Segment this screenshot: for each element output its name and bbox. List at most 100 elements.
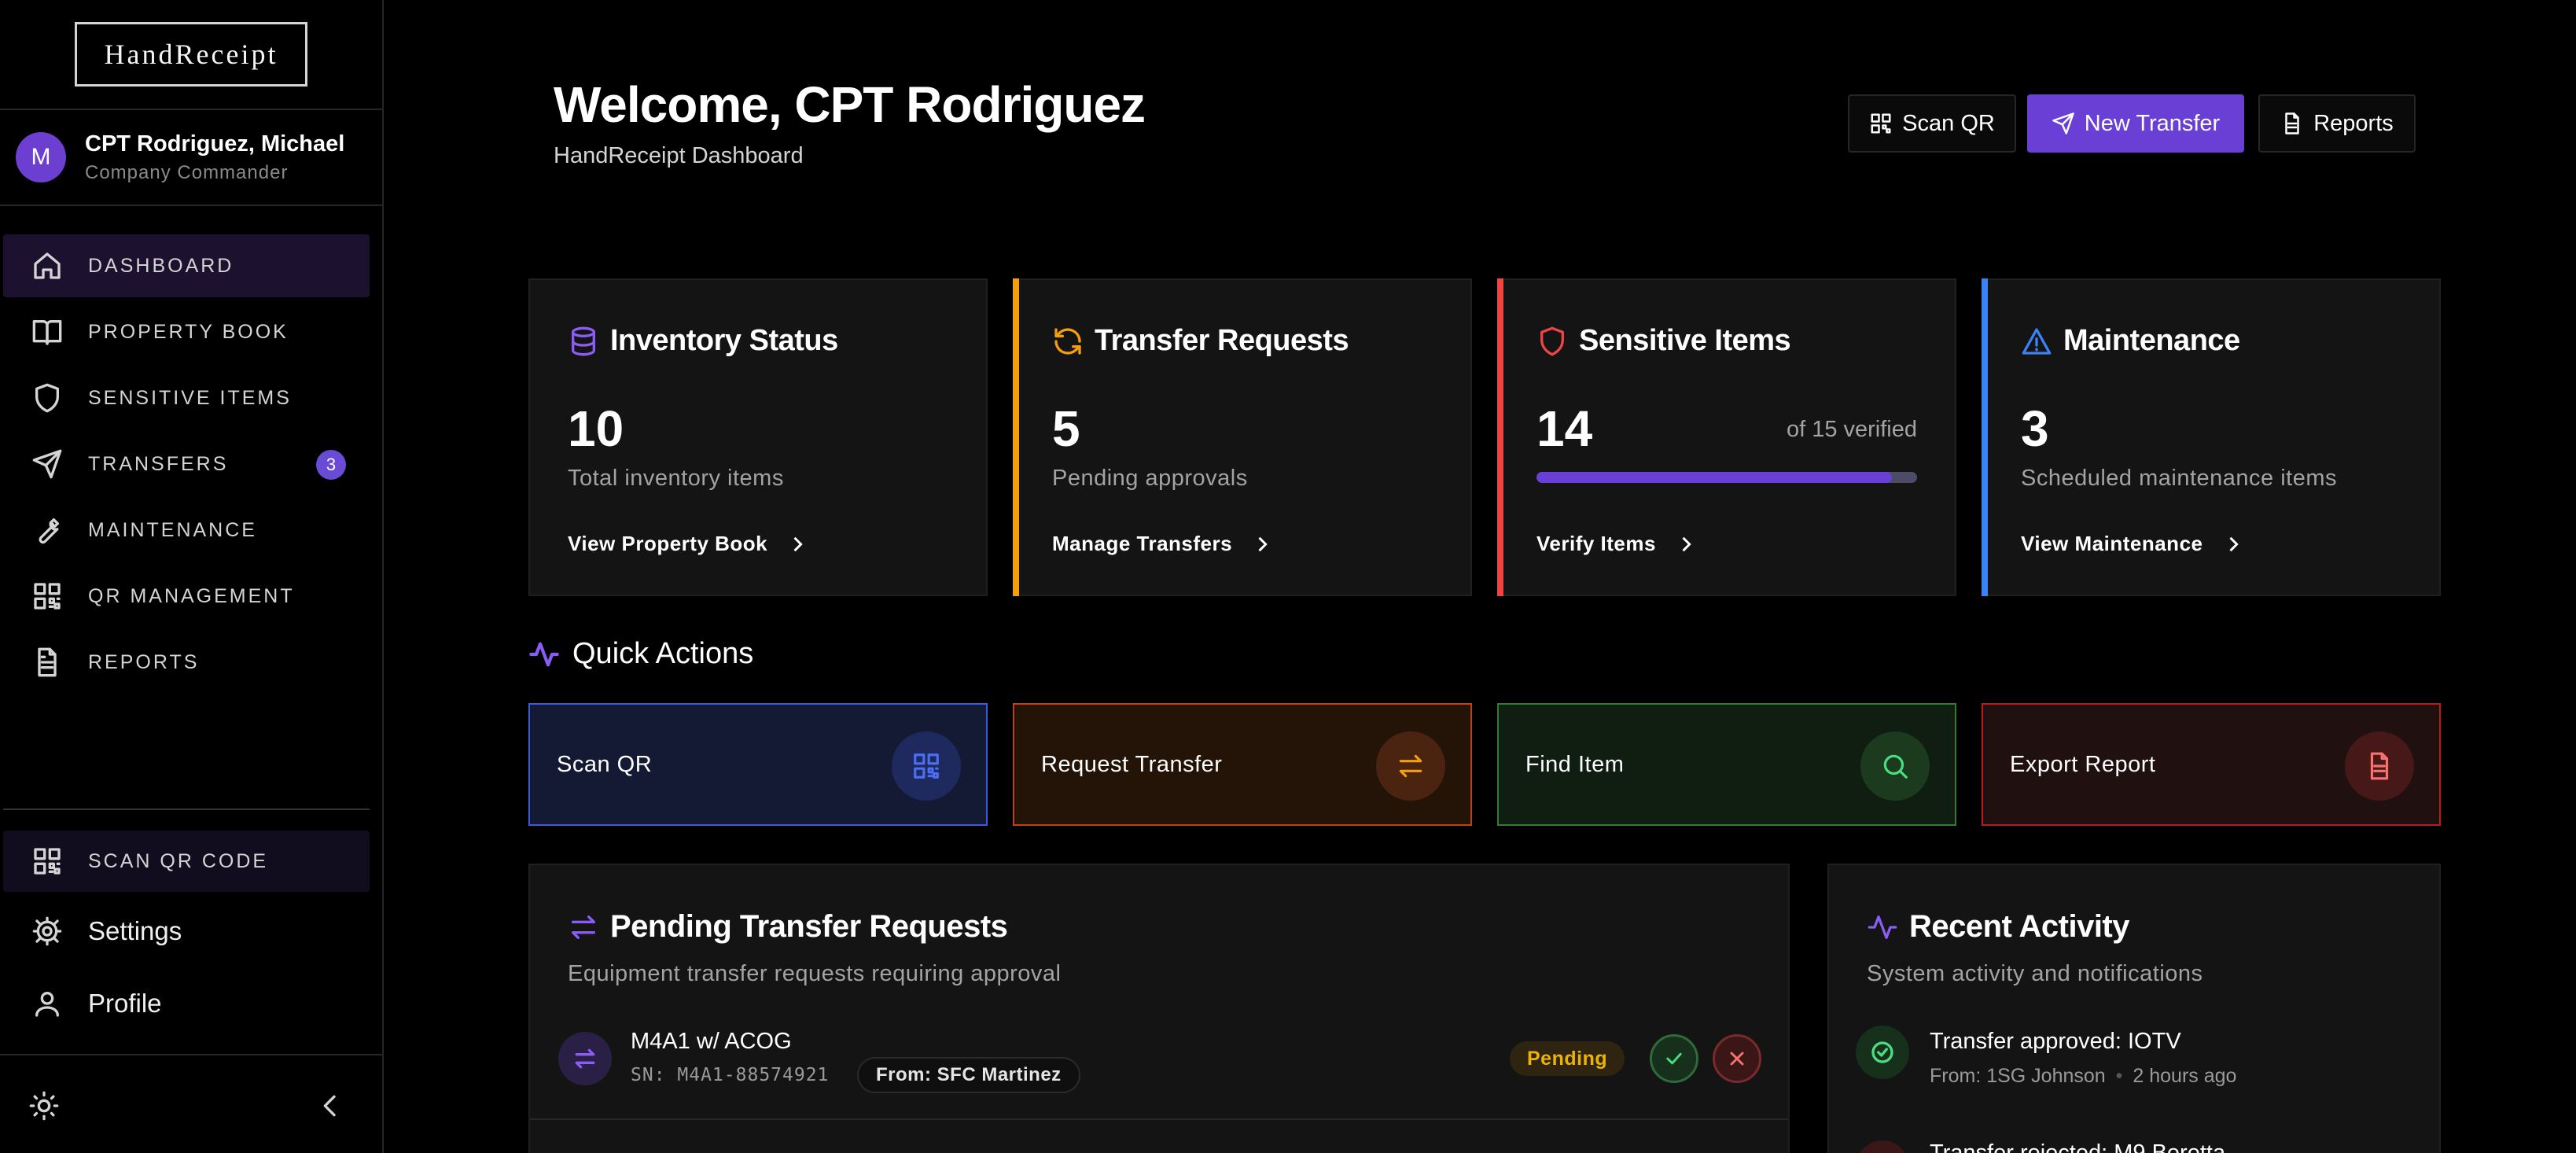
quick-action-label: Request Transfer	[1041, 751, 1223, 777]
meta-separator: •	[2115, 1065, 2123, 1087]
activity-title: Transfer approved: IOTV	[1930, 1029, 2181, 1054]
user-role: Company Commander	[85, 161, 289, 183]
send-icon	[2052, 112, 2074, 134]
quick-actions-title: Quick Actions	[572, 637, 754, 670]
sidebar-item-transfers[interactable]: TRANSFERS 3	[3, 433, 370, 495]
quick-action-scan-qr[interactable]: Scan QR	[528, 703, 988, 826]
shield-icon	[30, 381, 64, 415]
inventory-desc: Total inventory items	[568, 466, 784, 491]
maintenance-desc: Scheduled maintenance items	[2021, 466, 2338, 491]
sidebar-item-maintenance[interactable]: MAINTENANCE	[3, 499, 370, 562]
sidebar-item-label: DASHBOARD	[88, 254, 234, 277]
theme-toggle-sun-icon[interactable]	[28, 1090, 60, 1122]
file-text-icon	[30, 645, 64, 680]
status-badge: Pending	[1510, 1041, 1625, 1076]
maintenance-count: 3	[2021, 400, 2049, 457]
file-text-icon	[2345, 731, 2414, 801]
activity-from: From: 1SG Johnson	[1930, 1065, 2106, 1087]
logo-area: HandReceipt	[0, 0, 382, 110]
avatar: M	[16, 132, 66, 182]
chevron-right-icon	[1258, 536, 1268, 551]
sidebar-item-property-book[interactable]: PROPERTY BOOK	[3, 300, 370, 363]
recent-activity-panel: Recent Activity System activity and noti…	[1827, 864, 2441, 1153]
link-label: View Property Book	[568, 532, 768, 555]
sidebar-item-label: SENSITIVE ITEMS	[88, 386, 292, 409]
card-title: Maintenance	[2063, 324, 2240, 357]
check-circle-icon	[1856, 1026, 1909, 1079]
sidebar-item-label: TRANSFERS	[88, 452, 229, 475]
quick-actions-heading: Quick Actions	[528, 637, 753, 671]
quick-action-request-transfer[interactable]: Request Transfer	[1013, 703, 1472, 826]
shield-icon	[1540, 326, 1564, 355]
quick-action-label: Find Item	[1525, 751, 1625, 777]
verify-items-link[interactable]: Verify Items	[1536, 532, 1697, 556]
maintenance-card: Maintenance 3 Scheduled maintenance item…	[1982, 278, 2441, 596]
qr-code-icon	[30, 844, 64, 879]
sidebar-item-label: QR MANAGEMENT	[88, 584, 295, 607]
transfer-from-chip: From: SFC Martinez	[857, 1057, 1080, 1093]
sidebar-item-label: MAINTENANCE	[88, 518, 257, 541]
transfer-item-serial: SN: M4A1-88574921	[631, 1065, 830, 1085]
wrench-icon	[30, 513, 64, 547]
pending-transfers-title: Pending Transfer Requests	[610, 909, 1008, 944]
reports-button-label: Reports	[2313, 110, 2394, 136]
quick-action-export-report[interactable]: Export Report	[1982, 703, 2441, 826]
reports-button[interactable]: Reports	[2258, 94, 2416, 153]
page-subtitle: HandReceipt Dashboard	[554, 143, 804, 168]
sidebar-item-label: REPORTS	[88, 650, 200, 673]
view-property-book-link[interactable]: View Property Book	[568, 532, 808, 556]
transfer-requests-card: Transfer Requests 5 Pending approvals Ma…	[1013, 278, 1472, 596]
sidebar-item-reports[interactable]: REPORTS	[3, 631, 370, 694]
gear-icon	[30, 914, 64, 949]
transfers-count: 5	[1052, 400, 1080, 457]
sidebar-item-label: PROPERTY BOOK	[88, 320, 289, 343]
chevron-right-icon	[2228, 536, 2239, 551]
inventory-status-card: Inventory Status 10 Total inventory item…	[528, 278, 988, 596]
quick-action-find-item[interactable]: Find Item	[1497, 703, 1956, 826]
arrows-swap-icon	[558, 1032, 612, 1085]
inventory-count: 10	[568, 400, 624, 457]
chevron-right-icon	[793, 536, 803, 551]
logo[interactable]: HandReceipt	[75, 22, 307, 87]
recent-activity-heading: Recent Activity	[1867, 909, 2130, 945]
sidebar-item-profile[interactable]: Profile	[3, 972, 370, 1035]
arrows-swap-icon	[1376, 731, 1445, 801]
reject-button[interactable]	[1713, 1034, 1761, 1083]
profile-label: Profile	[88, 989, 162, 1018]
verified-text: of 15 verified	[1786, 417, 1917, 442]
approve-button[interactable]	[1650, 1034, 1698, 1083]
file-text-icon	[2285, 112, 2299, 134]
scan-qr-button[interactable]: Scan QR	[1848, 94, 2016, 153]
sidebar-nav: DASHBOARD PROPERTY BOOK SENSITIVE ITEMS …	[0, 206, 382, 694]
user-icon	[30, 986, 64, 1021]
manage-transfers-link[interactable]: Manage Transfers	[1052, 532, 1273, 556]
chevron-right-icon	[1682, 536, 1691, 551]
user-name: CPT Rodriguez, Michael	[85, 131, 345, 157]
scan-qr-button-label: Scan QR	[1902, 110, 1995, 136]
sensitive-count: 14	[1536, 400, 1593, 457]
transfers-desc: Pending approvals	[1052, 466, 1248, 491]
sidebar-divider	[3, 809, 370, 810]
sidebar-item-settings[interactable]: Settings	[3, 900, 370, 963]
collapse-sidebar-chevron-left-icon[interactable]	[315, 1090, 346, 1122]
refresh-icon	[1054, 327, 1081, 355]
activity-time: 2 hours ago	[2133, 1065, 2237, 1087]
qr-code-icon	[892, 731, 961, 801]
row-divider	[530, 1118, 1788, 1120]
sidebar-item-qr-management[interactable]: QR MANAGEMENT	[3, 565, 370, 628]
x-circle-icon	[1856, 1140, 1909, 1153]
user-profile-summary[interactable]: M CPT Rodriguez, Michael Company Command…	[0, 110, 382, 206]
scan-qr-code-button[interactable]: SCAN QR CODE	[3, 831, 370, 892]
activity-icon	[1868, 915, 1897, 939]
sidebar-item-dashboard[interactable]: DASHBOARD	[3, 234, 370, 297]
sidebar: HandReceipt M CPT Rodriguez, Michael Com…	[0, 0, 384, 1153]
view-maintenance-link[interactable]: View Maintenance	[2021, 532, 2244, 556]
close-icon	[1730, 1052, 1744, 1066]
sidebar-item-sensitive-items[interactable]: SENSITIVE ITEMS	[3, 367, 370, 429]
recent-activity-title: Recent Activity	[1909, 909, 2130, 944]
pending-transfers-subtitle: Equipment transfer requests requiring ap…	[568, 961, 1062, 986]
link-label: View Maintenance	[2021, 532, 2203, 555]
arrows-swap-icon	[572, 915, 595, 939]
pending-transfers-heading: Pending Transfer Requests	[568, 909, 1008, 945]
new-transfer-button[interactable]: New Transfer	[2027, 94, 2244, 153]
